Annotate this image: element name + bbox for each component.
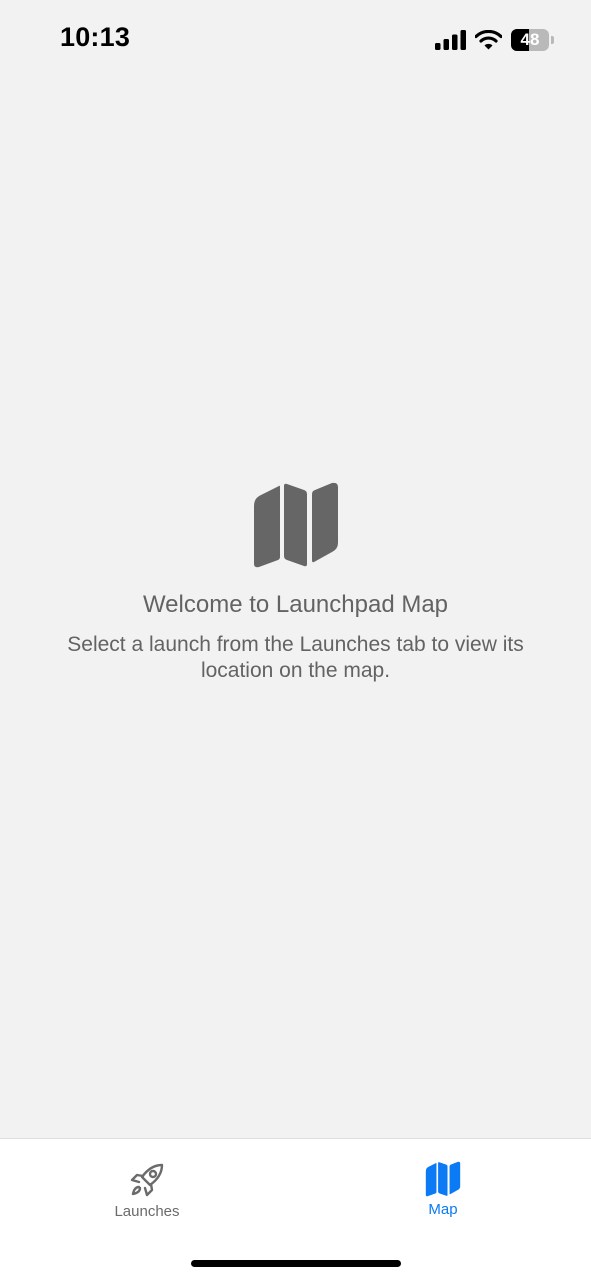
- status-time: 10:13: [60, 22, 131, 52]
- wifi-icon: [475, 30, 502, 50]
- status-bar: 10:13 48: [0, 0, 591, 80]
- battery-level: 48: [520, 30, 540, 49]
- cellular-signal-icon: [435, 30, 466, 50]
- welcome-title: Welcome to Launchpad Map: [142, 591, 449, 618]
- battery-body: 48: [511, 29, 549, 51]
- battery-tip: [551, 36, 554, 44]
- rocket-icon: [130, 1163, 164, 1197]
- tab-launches[interactable]: Launches: [77, 1161, 217, 1221]
- welcome-message: Select a launch from the Launches tab to…: [67, 633, 524, 682]
- battery-icon: 48: [511, 29, 554, 51]
- tab-map-label: Map: [428, 1201, 458, 1218]
- tab-map[interactable]: Map: [373, 1161, 513, 1219]
- welcome-panel: Welcome to Launchpad Map Select a launch…: [0, 482, 591, 684]
- home-indicator[interactable]: [191, 1260, 401, 1267]
- map-icon: [253, 482, 338, 568]
- tab-launches-label: Launches: [114, 1203, 180, 1220]
- status-icons: 48: [435, 28, 554, 52]
- map-icon: [425, 1161, 461, 1197]
